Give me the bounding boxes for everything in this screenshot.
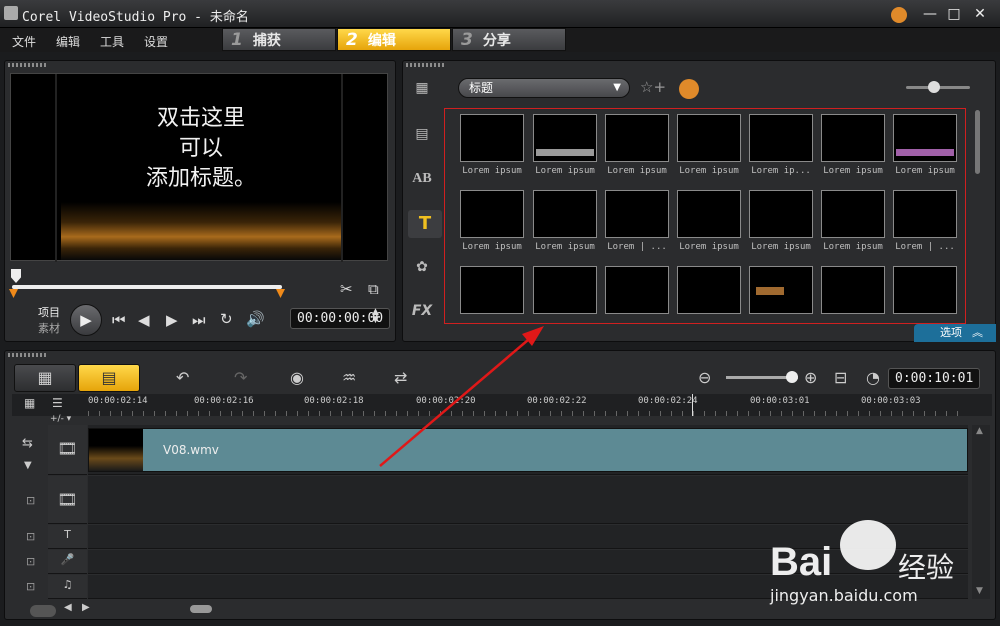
baidu-url-text: jingyan.baidu.com bbox=[770, 586, 918, 605]
baidu-paw-icon bbox=[840, 520, 896, 570]
baidu-logo-text: Bai bbox=[770, 540, 833, 584]
baidu-jingyan-text: 经验 bbox=[898, 551, 955, 584]
